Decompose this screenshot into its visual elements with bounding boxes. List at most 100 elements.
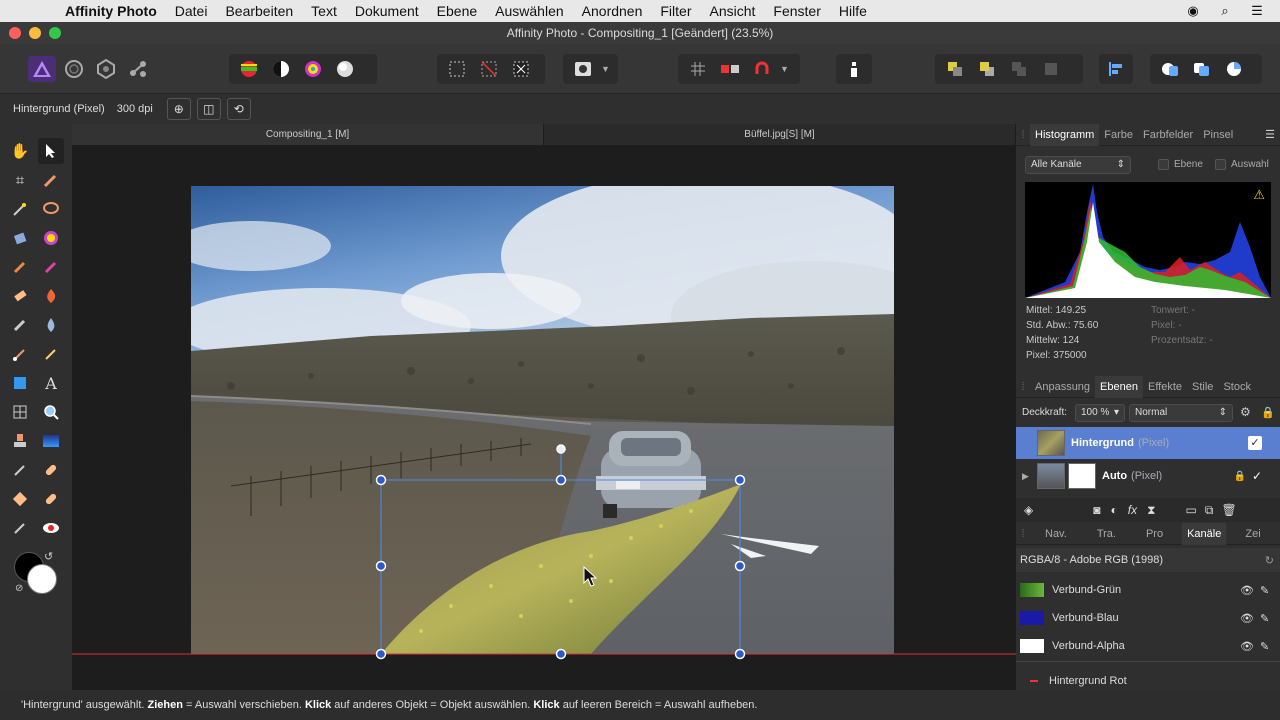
align-icon[interactable] xyxy=(1105,56,1127,82)
menu-fenster[interactable]: Fenster xyxy=(764,3,829,19)
transform-origin-icon[interactable]: ⊕ xyxy=(166,98,191,120)
eraser-tool-icon[interactable] xyxy=(7,283,33,309)
rectangle-tool-icon[interactable] xyxy=(7,370,33,396)
transparent-icon[interactable]: ⊘ xyxy=(15,583,23,594)
crop-tool-icon[interactable]: ⌗ xyxy=(7,167,33,193)
menu-datei[interactable]: Datei xyxy=(166,3,217,19)
layers-stack-icon[interactable]: ◈ xyxy=(1024,503,1033,517)
paint-brush-icon[interactable] xyxy=(7,254,33,280)
fx-icon[interactable]: fx xyxy=(1128,503,1137,517)
rotate-icon[interactable]: ⟲ xyxy=(226,98,251,120)
liquify-persona-icon[interactable] xyxy=(60,56,88,82)
boolean-subtract-icon[interactable] xyxy=(1188,56,1216,82)
menu-auswaehlen[interactable]: Auswählen xyxy=(486,3,573,19)
arrange-front-icon[interactable] xyxy=(1037,56,1065,82)
tab-pinsel[interactable]: Pinsel xyxy=(1198,124,1238,146)
menu-hilfe[interactable]: Hilfe xyxy=(830,3,876,19)
notification-list-icon[interactable]: ☰ xyxy=(1248,3,1266,18)
tab-stock[interactable]: Stock xyxy=(1218,376,1256,398)
channel-row-blue[interactable]: Verbund-Blau 👁 ✎ xyxy=(1016,604,1280,632)
eye-icon[interactable]: 👁 xyxy=(1240,612,1254,625)
color-picker-icon[interactable] xyxy=(38,225,64,251)
tab-farbe[interactable]: Farbe xyxy=(1099,124,1138,146)
menu-dokument[interactable]: Dokument xyxy=(346,3,428,19)
contrast-icon[interactable] xyxy=(267,56,295,82)
menu-bearbeiten[interactable]: Bearbeiten xyxy=(216,3,302,19)
chevron-down-icon[interactable]: ▼ xyxy=(780,64,789,74)
eye-icon[interactable]: 👁 xyxy=(1240,584,1254,597)
gradient-tool-icon[interactable] xyxy=(38,428,64,454)
selection-brush-icon[interactable] xyxy=(38,167,64,193)
panel-menu-icon[interactable]: ☰ xyxy=(1260,124,1280,146)
photo-persona-icon[interactable] xyxy=(28,56,56,82)
channel-row-alpha[interactable]: Verbund-Alpha 👁 ✎ xyxy=(1016,632,1280,660)
menu-anordnen[interactable]: Anordnen xyxy=(573,3,652,19)
histogram-channel-select[interactable]: Alle Kanäle ⇕ xyxy=(1025,156,1131,174)
zoom-window-button[interactable] xyxy=(49,27,61,39)
opacity-input[interactable]: 100 % ▾ xyxy=(1075,404,1125,422)
arrange-back-icon[interactable] xyxy=(941,56,969,82)
visibility-checkbox[interactable]: ✓ xyxy=(1252,469,1262,483)
hue-saturation-icon[interactable] xyxy=(299,56,327,82)
secondary-color-swatch[interactable] xyxy=(27,564,57,594)
menu-app[interactable]: Affinity Photo xyxy=(56,3,166,19)
tab-anpassung[interactable]: Anpassung xyxy=(1030,376,1095,398)
boolean-intersect-icon[interactable] xyxy=(1220,56,1248,82)
eye-icon[interactable]: 👁 xyxy=(1240,640,1254,653)
flood-fill-icon[interactable] xyxy=(7,225,33,251)
smudge-tool-icon[interactable] xyxy=(7,312,33,338)
frequency-brush-icon[interactable] xyxy=(7,515,33,541)
menu-ansicht[interactable]: Ansicht xyxy=(701,3,765,19)
adjustment-icon[interactable]: ◐ xyxy=(1110,503,1117,517)
menu-filter[interactable]: Filter xyxy=(651,3,700,19)
tab-stile[interactable]: Stile xyxy=(1187,376,1218,398)
zoom-tool-icon[interactable] xyxy=(38,399,64,425)
color-replacement-brush-icon[interactable] xyxy=(38,254,64,280)
chevron-down-icon[interactable]: ▼ xyxy=(601,64,610,74)
lasso-tool-icon[interactable] xyxy=(38,196,64,222)
expand-arrow-icon[interactable]: ▶ xyxy=(1022,471,1029,482)
arrange-backward-icon[interactable] xyxy=(973,56,1001,82)
patch-tool-icon[interactable] xyxy=(7,486,33,512)
menu-ebene[interactable]: Ebene xyxy=(428,3,486,19)
doc-tab-compositing[interactable]: Compositing_1 [M] xyxy=(72,124,544,145)
tab-zeichen[interactable]: Zei xyxy=(1240,523,1265,545)
lock-icon[interactable]: 🔒 xyxy=(1261,406,1275,419)
tab-farbfelder[interactable]: Farbfelder xyxy=(1138,124,1198,146)
healing-brush-icon[interactable] xyxy=(38,457,64,483)
pen-tool-icon[interactable] xyxy=(7,341,33,367)
tab-histogramm[interactable]: Histogramm xyxy=(1030,123,1100,146)
group-icon[interactable]: ▭ xyxy=(1186,503,1197,517)
pencil-icon[interactable]: ✎ xyxy=(1260,584,1269,597)
pencil-icon[interactable]: ✎ xyxy=(1260,612,1269,625)
add-layer-icon[interactable]: ⧉ xyxy=(1205,503,1214,518)
view-hand-tool-icon[interactable]: ✋ xyxy=(7,138,33,164)
layer-row-auto[interactable]: ▶ Auto (Pixel) 🔒 ✓ xyxy=(1016,460,1280,492)
burn-tool-icon[interactable] xyxy=(38,283,64,309)
trash-icon[interactable]: 🗑 xyxy=(1221,503,1236,517)
invert-selection-icon[interactable] xyxy=(507,56,535,82)
swap-colors-icon[interactable]: ↺ xyxy=(44,550,53,563)
layer-row-hintergrund[interactable]: Hintergrund (Pixel) ✓ xyxy=(1016,427,1280,459)
arrange-forward-icon[interactable] xyxy=(1005,56,1033,82)
grid-icon[interactable] xyxy=(684,56,712,82)
record-icon[interactable]: ◉ xyxy=(1184,3,1202,18)
magnet-snapping-icon[interactable] xyxy=(748,56,776,82)
show-alignment-icon[interactable]: ◫ xyxy=(196,98,221,120)
boolean-add-icon[interactable] xyxy=(1156,56,1184,82)
marquee-select-icon[interactable] xyxy=(443,56,471,82)
close-window-button[interactable] xyxy=(9,27,21,39)
blur-brush-icon[interactable] xyxy=(38,312,64,338)
snapping-toggle-icon[interactable] xyxy=(716,56,744,82)
visibility-checkbox[interactable]: ✓ xyxy=(1248,436,1262,450)
tab-effekte[interactable]: Effekte xyxy=(1143,376,1187,398)
node-tool-icon[interactable] xyxy=(38,341,64,367)
warning-icon[interactable]: ⚠ xyxy=(1253,187,1265,203)
channel-row-green[interactable]: Verbund-Grün 👁 ✎ xyxy=(1016,576,1280,604)
magic-wand-icon[interactable] xyxy=(7,196,33,222)
tab-navigator[interactable]: Nav. xyxy=(1040,523,1072,545)
red-eye-tool-icon[interactable] xyxy=(38,515,64,541)
blend-mode-select[interactable]: Normal ⇕ xyxy=(1129,404,1233,422)
tab-kanaele[interactable]: Kanäle xyxy=(1182,522,1227,545)
minimize-window-button[interactable] xyxy=(29,27,41,39)
